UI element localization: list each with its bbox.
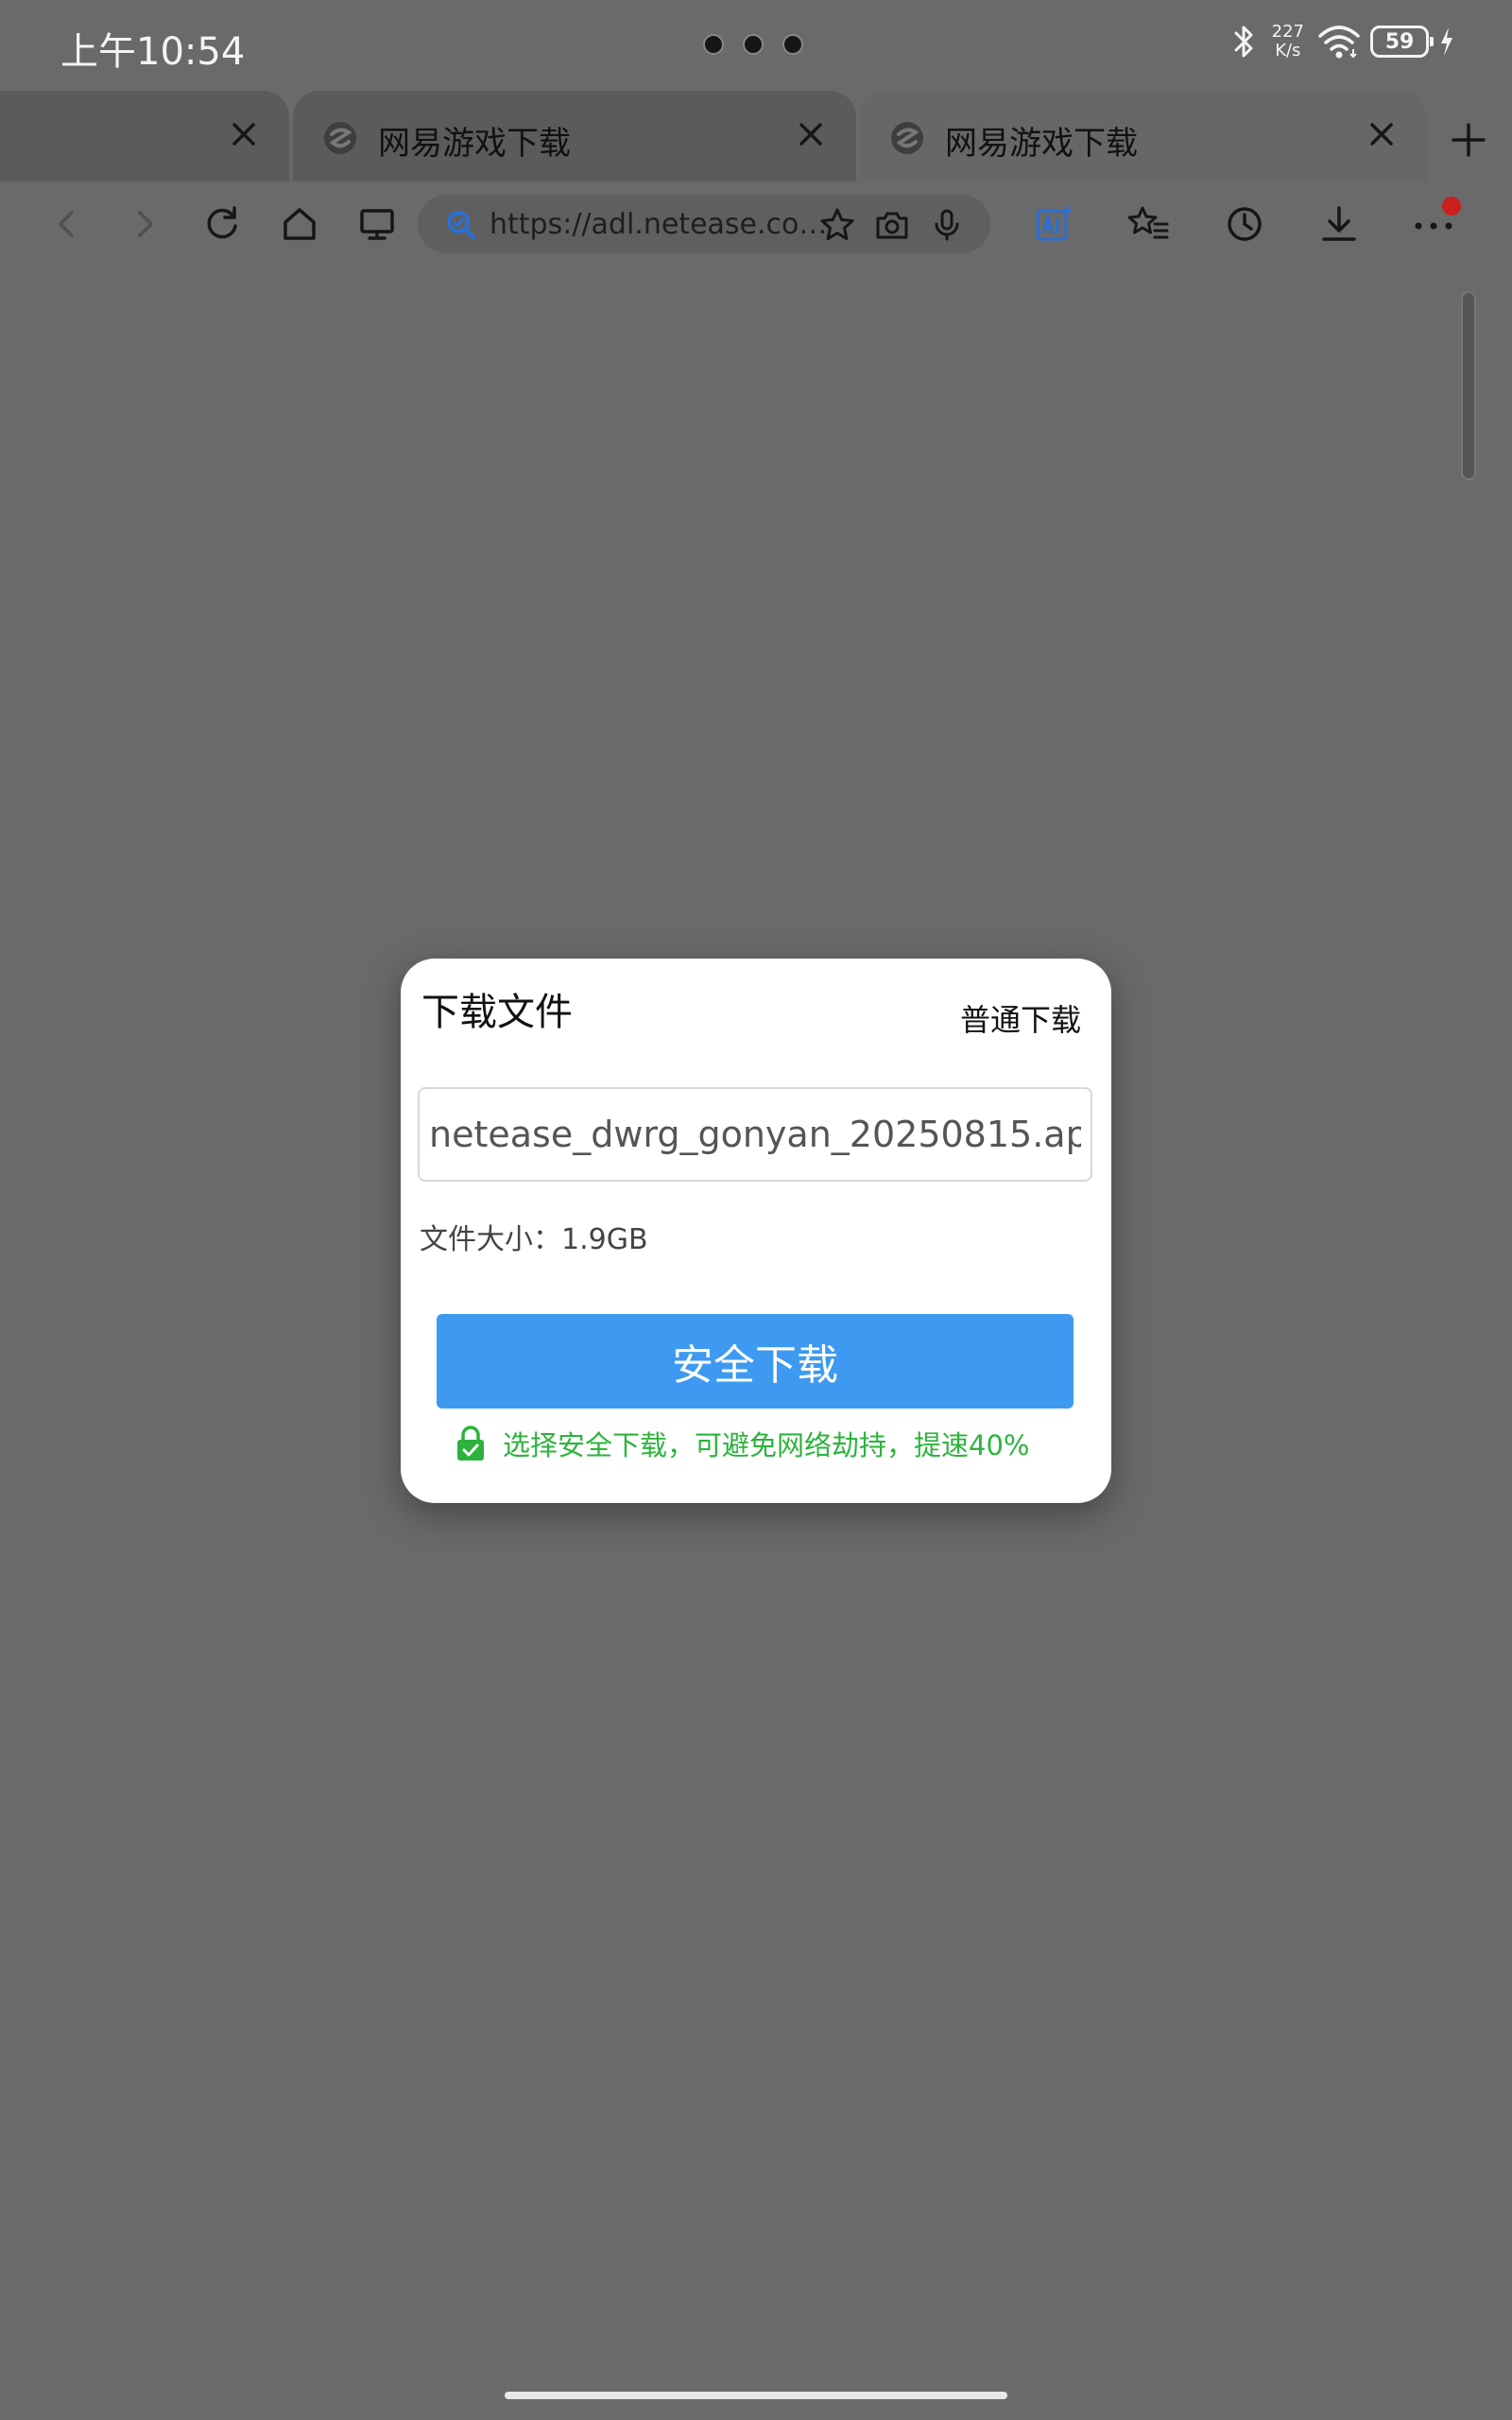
download-icon	[1322, 206, 1356, 241]
downloads-button[interactable]	[1314, 199, 1365, 250]
download-dialog: 下载文件 普通下载 文件大小：1.9GB 安全下载 选择安全下载，可避免网络劫持…	[401, 959, 1111, 1503]
battery-indicator: 59	[1370, 26, 1434, 58]
tip-text: 选择安全下载，可避免网络劫持，提速40%	[503, 1429, 1030, 1461]
dot	[743, 34, 764, 55]
netease-favicon-icon	[324, 122, 356, 154]
speed-unit: K/s	[1275, 41, 1301, 60]
ai-icon	[1036, 206, 1072, 241]
tab-strip: 网易游戏下载 网易游戏下载	[0, 91, 1512, 182]
monitor-icon	[360, 209, 394, 240]
close-icon[interactable]	[1359, 112, 1404, 157]
secure-download-button[interactable]: 安全下载	[437, 1314, 1074, 1409]
bluetooth-icon	[1234, 26, 1253, 58]
normal-download-link[interactable]: 普通下载	[960, 996, 1081, 1040]
forward-button[interactable]	[119, 199, 170, 250]
browser-toolbar: https://adl.netease.com/d/g/dwrg	[0, 182, 1512, 267]
dialog-title: 下载文件	[421, 991, 573, 1034]
wifi-icon	[1318, 26, 1360, 59]
history-button[interactable]	[1219, 199, 1270, 250]
close-icon[interactable]	[221, 112, 266, 157]
star-icon[interactable]	[818, 206, 856, 244]
page-scrollbar[interactable]	[1461, 291, 1476, 480]
battery-level: 59	[1384, 29, 1415, 54]
tab-title: 网易游戏下载	[378, 125, 571, 163]
home-indicator[interactable]	[505, 2392, 1007, 2399]
system-indicators: 227 K/s 59	[1230, 23, 1455, 60]
tab-3-active[interactable]: 网易游戏下载	[860, 91, 1427, 182]
tab-2[interactable]: 网易游戏下载	[293, 91, 856, 182]
back-button[interactable]	[42, 199, 93, 250]
desktop-mode-button[interactable]	[352, 199, 403, 250]
tab-title: 网易游戏下载	[945, 125, 1138, 163]
star-list-icon	[1127, 206, 1169, 239]
secure-tip: 选择安全下载，可避免网络劫持，提速40%	[455, 1424, 1029, 1463]
search-shield-icon	[447, 211, 476, 240]
bookmarks-button[interactable]	[1123, 199, 1174, 250]
status-bar: 上午10:54 227 K/s 59	[0, 0, 1512, 93]
address-bar[interactable]: https://adl.netease.com/d/g/dwrg	[418, 195, 990, 253]
camera-icon[interactable]	[873, 206, 911, 244]
home-button[interactable]	[274, 199, 325, 250]
network-speed: 227 K/s	[1272, 23, 1304, 60]
netease-favicon-icon	[891, 122, 923, 154]
multitask-dots[interactable]	[703, 34, 803, 55]
tab-1[interactable]	[0, 91, 289, 182]
microphone-icon[interactable]	[928, 206, 966, 244]
url-text[interactable]: https://adl.netease.com/d/g/dwrg	[490, 208, 828, 241]
ai-button[interactable]	[1028, 199, 1079, 250]
close-icon[interactable]	[788, 112, 833, 157]
chevron-right-icon	[138, 211, 153, 237]
file-size: 文件大小：1.9GB	[420, 1223, 648, 1256]
speed-value: 227	[1271, 22, 1304, 42]
reload-button[interactable]	[197, 199, 248, 250]
status-time: 上午10:54	[60, 30, 246, 74]
filename-input[interactable]	[418, 1087, 1092, 1182]
chevron-left-icon	[59, 211, 74, 237]
notification-dot	[1442, 197, 1461, 216]
reload-icon	[207, 206, 237, 239]
lock-check-icon	[457, 1426, 484, 1461]
home-icon	[284, 208, 316, 240]
dot	[703, 34, 724, 55]
charging-icon	[1441, 27, 1452, 56]
clock-icon	[1228, 207, 1262, 241]
plus-icon[interactable]	[1440, 112, 1497, 168]
dot	[782, 34, 803, 55]
